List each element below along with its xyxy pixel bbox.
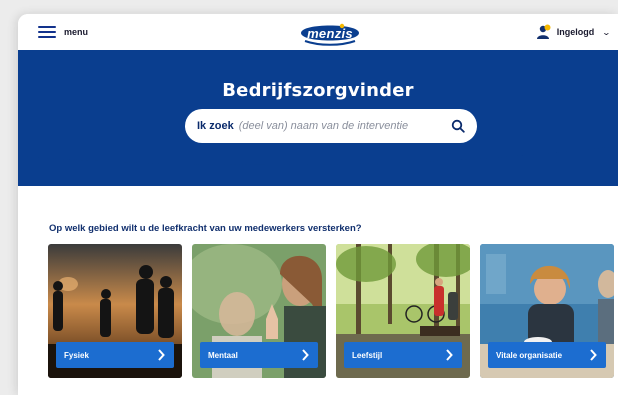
card-mentaal[interactable]: Mentaal	[192, 244, 326, 378]
chevron-right-icon	[302, 349, 309, 361]
card-leefstijl[interactable]: Leefstijl	[336, 244, 470, 378]
search-bar[interactable]: Ik zoek	[185, 109, 477, 143]
search-input[interactable]	[238, 120, 439, 132]
search-prefix: Ik zoek	[197, 120, 234, 132]
card-button-fysiek[interactable]: Fysiek	[56, 342, 174, 368]
card-vitale-organisatie[interactable]: Vitale organisatie	[480, 244, 614, 378]
card-button-vitale-organisatie[interactable]: Vitale organisatie	[488, 342, 606, 368]
card-label: Leefstijl	[352, 350, 383, 360]
hero-wave-shape	[18, 146, 618, 165]
chevron-right-icon	[446, 349, 453, 361]
chevron-right-icon	[158, 349, 165, 361]
card-button-leefstijl[interactable]: Leefstijl	[344, 342, 462, 368]
search-icon[interactable]	[451, 119, 465, 133]
login-label: Ingelogd	[556, 27, 595, 37]
chevron-down-icon: ⌄	[601, 27, 612, 37]
card-label: Vitale organisatie	[496, 350, 563, 360]
section-heading: Op welk gebied wilt u de leefkracht van …	[49, 223, 362, 234]
logo-text: menzis	[307, 25, 353, 41]
browser-window: menu menzis Ingelogd ⌄ Bedrijfszorgvinde…	[18, 14, 618, 395]
card-label: Mentaal	[208, 350, 238, 360]
hamburger-icon	[38, 26, 56, 38]
user-icon	[536, 24, 551, 39]
top-navigation-bar: menu menzis Ingelogd ⌄	[18, 14, 618, 50]
card-fysiek[interactable]: Fysiek	[48, 244, 182, 378]
page-title: Bedrijfszorgvinder	[222, 80, 414, 101]
card-button-mentaal[interactable]: Mentaal	[200, 342, 318, 368]
menzis-logo[interactable]: menzis	[297, 19, 363, 47]
category-cards: Fysiek Mentaal Leefstijl Vitale organisa…	[48, 244, 618, 378]
login-status-button[interactable]: Ingelogd ⌄	[536, 24, 612, 40]
menu-label: menu	[64, 27, 89, 37]
card-label: Fysiek	[64, 350, 89, 360]
chevron-right-icon	[590, 349, 597, 361]
menu-button[interactable]: menu	[38, 23, 88, 41]
